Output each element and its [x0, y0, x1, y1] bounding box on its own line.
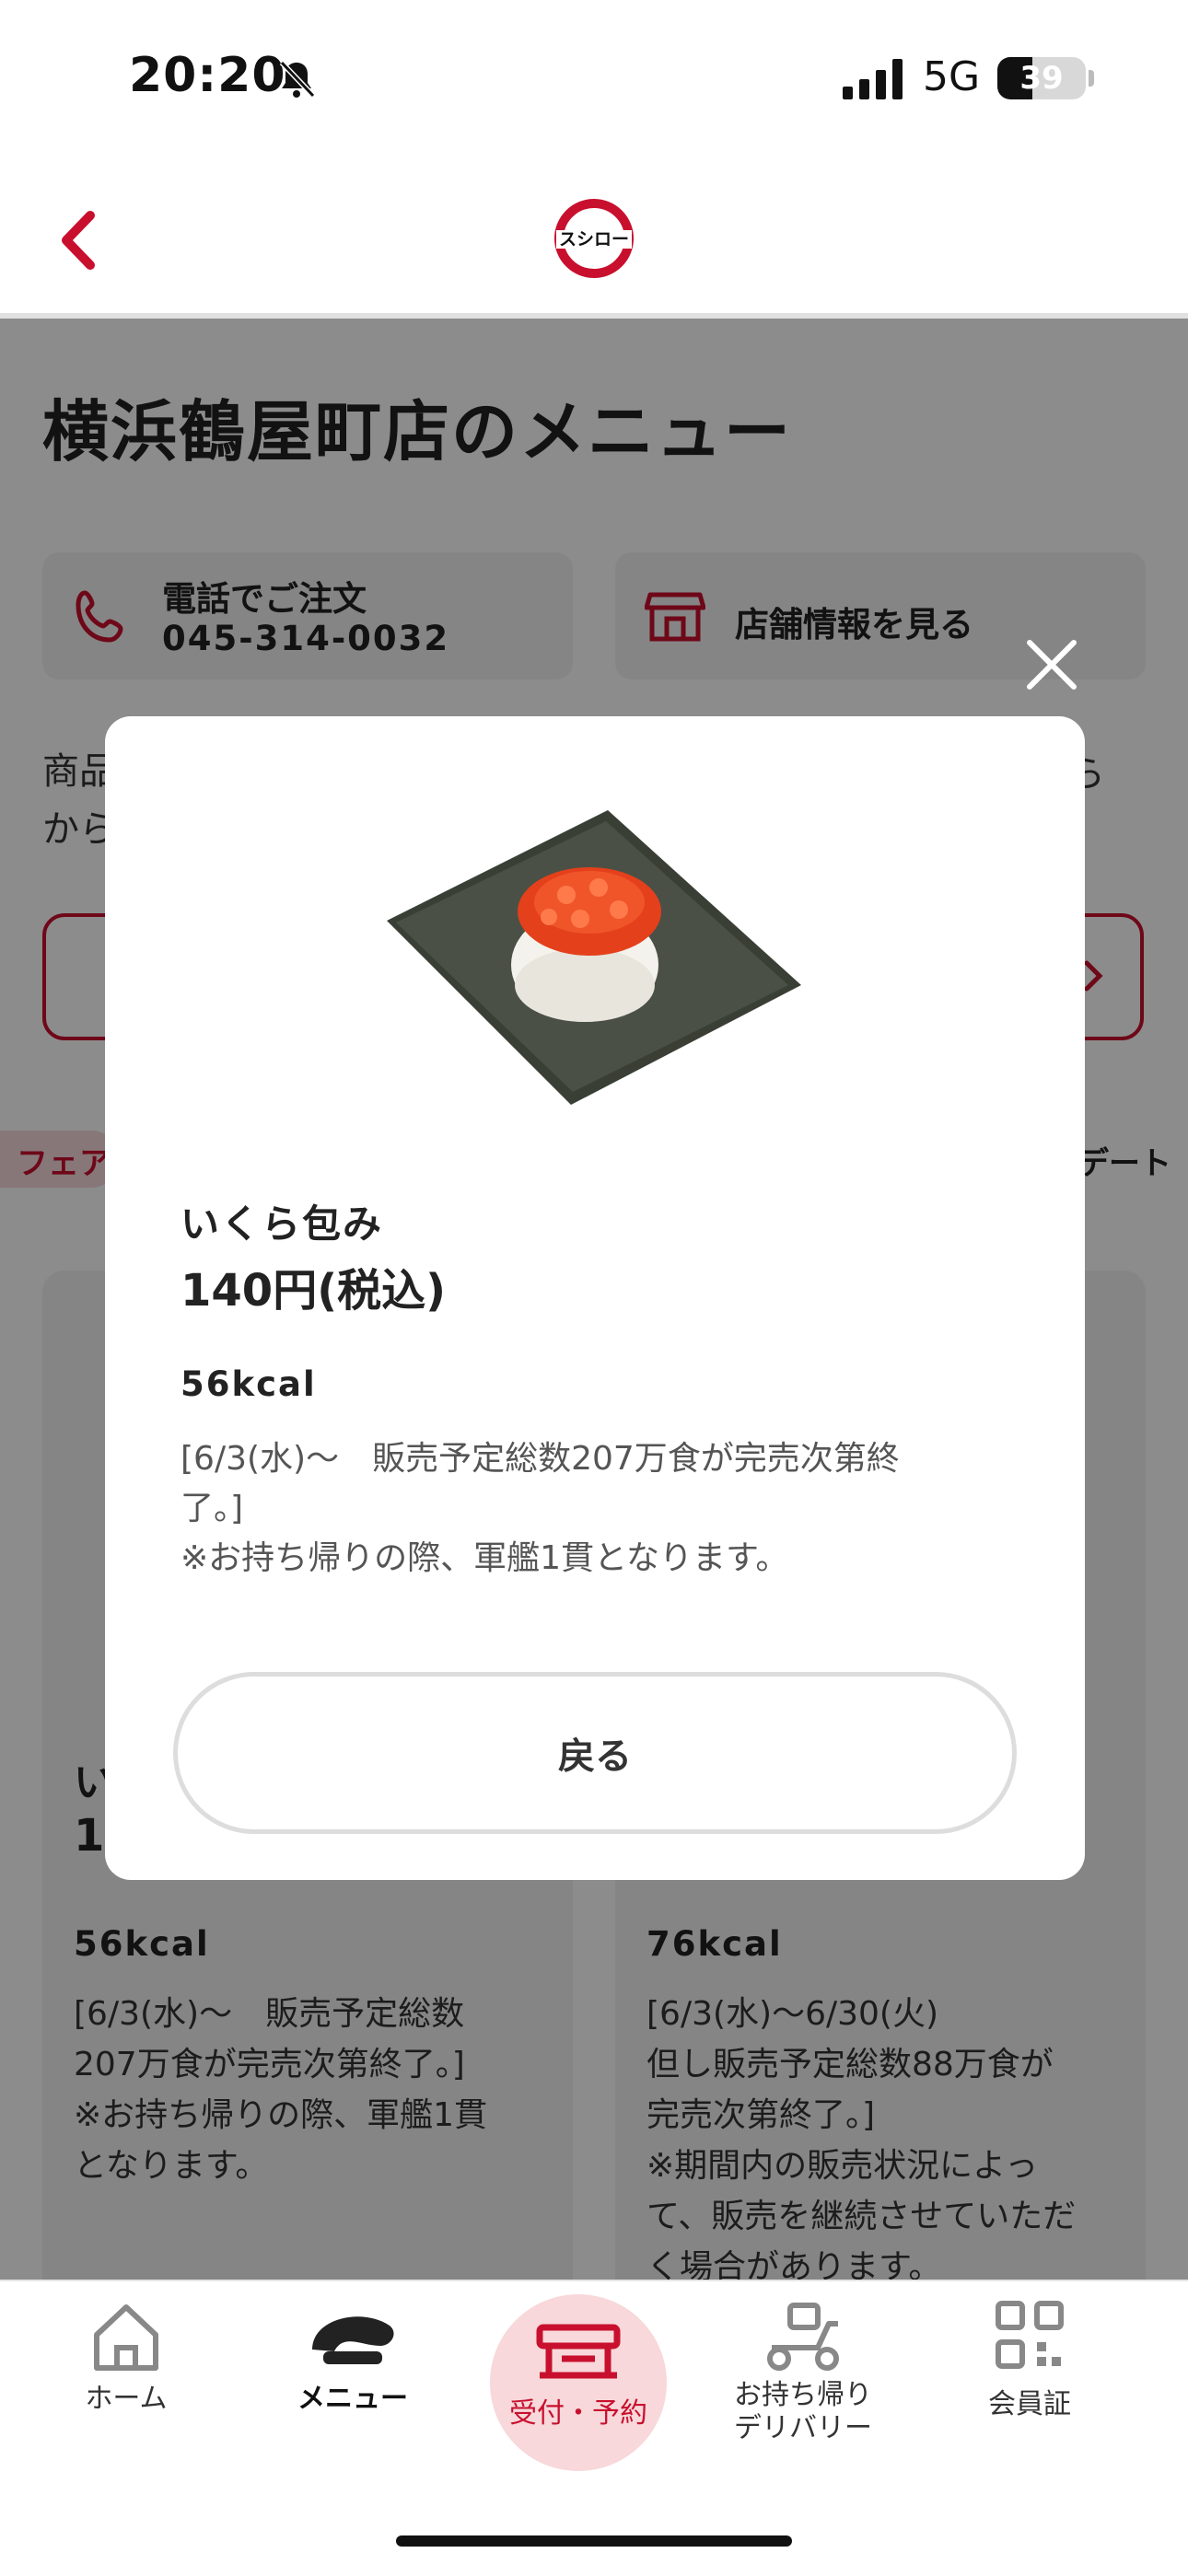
nav-menu-label: メニュー	[297, 2383, 408, 2415]
logo-text: スシロー	[559, 229, 629, 249]
battery-percent: 39	[1019, 60, 1064, 97]
nav-home-label: ホーム	[85, 2383, 168, 2415]
sushi-menu-icon	[312, 2316, 394, 2364]
nav-reservation[interactable]	[490, 2294, 667, 2471]
nav-takeout-label: お持ち帰り デリバリー	[734, 2379, 872, 2444]
home-icon	[94, 2304, 158, 2371]
reservation-icon	[536, 2324, 621, 2379]
nav-reservation-label: 受付・予約	[509, 2397, 647, 2430]
delivery-scooter-icon	[767, 2303, 839, 2371]
nav-menu[interactable]: メニュー	[261, 2298, 445, 2436]
modal-item-price: 140円(税込)	[181, 1265, 447, 1317]
close-icon[interactable]	[1022, 635, 1081, 694]
nav-member[interactable]: 会員証	[938, 2298, 1122, 2436]
network-type: 5G	[923, 53, 981, 100]
modal-item-kcal: 56kcal	[181, 1364, 317, 1404]
qr-code-icon	[996, 2301, 1064, 2369]
nav-member-label: 会員証	[988, 2388, 1071, 2420]
back-chevron-icon[interactable]	[55, 208, 101, 273]
sushiro-logo[interactable]: スシロー	[553, 197, 635, 280]
status-time: 20:20	[129, 48, 286, 103]
nav-home[interactable]: ホーム	[34, 2298, 218, 2436]
modal-item-note: [6/3(水)〜 販売予定総数207万食が完売次第終 了。] ※お持ち帰りの際、…	[181, 1440, 900, 1577]
modal-item-name: いくら包み	[181, 1201, 384, 1247]
ikura-sushi-image	[387, 810, 801, 1105]
nav-takeout[interactable]: お持ち帰り デリバリー	[711, 2298, 895, 2454]
battery-tip	[1089, 70, 1094, 87]
bell-muted-icon	[279, 60, 316, 99]
signal-icon	[843, 59, 903, 99]
home-indicator[interactable]	[396, 2535, 792, 2547]
back-button[interactable]: 戻る	[173, 1672, 1017, 1834]
